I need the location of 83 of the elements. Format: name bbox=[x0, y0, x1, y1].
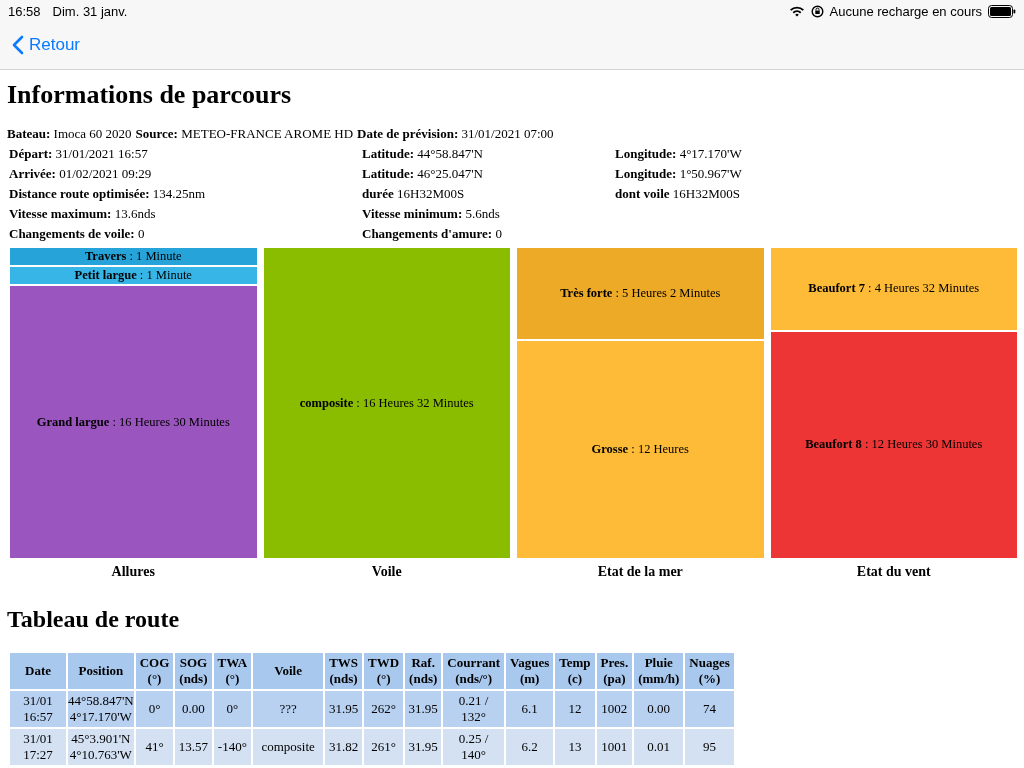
treemap-label: Très forte : 5 Heures 2 Minutes bbox=[560, 286, 721, 301]
column-header: COG (°) bbox=[135, 653, 174, 689]
info-item: Longitude: 4°17.170'W bbox=[615, 146, 743, 162]
column-header: TWD (°) bbox=[364, 653, 404, 689]
back-button[interactable]: Retour bbox=[10, 32, 83, 57]
table-cell: 261° bbox=[364, 729, 404, 765]
table-cell: 45°3.901'N 4°10.763'W bbox=[68, 729, 134, 765]
table-cell: 31/01 16:57 bbox=[10, 691, 66, 727]
info-item: Latitude: 44°58.847'N bbox=[362, 146, 484, 162]
table-cell: 1002 bbox=[596, 691, 633, 727]
treemap-caption: Etat de la mer bbox=[596, 564, 684, 580]
table-cell: 0.00 bbox=[175, 691, 212, 727]
column-header: Pluie (mm/h) bbox=[634, 653, 684, 689]
treemap-label: Petit largue : 1 Minute bbox=[74, 268, 192, 283]
table-cell: 0.00 bbox=[634, 691, 684, 727]
info-item: Latitude: 46°25.047'N bbox=[362, 166, 484, 182]
column-header: Courrant (nds/°) bbox=[443, 653, 504, 689]
table-cell: 31.82 bbox=[325, 729, 363, 765]
battery-icon bbox=[988, 4, 1016, 18]
table-cell: 95 bbox=[685, 729, 734, 765]
table-cell: 6.2 bbox=[506, 729, 554, 765]
wifi-icon bbox=[788, 5, 805, 17]
charging-status: Aucune recharge en cours bbox=[829, 3, 982, 19]
info-item: Arrivée: 01/02/2021 09:29 bbox=[9, 166, 153, 182]
info-item: Vitesse maximum: 13.6nds bbox=[9, 206, 157, 222]
info-item: Distance route optimisée: 134.25nm bbox=[9, 186, 207, 202]
info-item: Source: METEO-FRANCE AROME HD bbox=[135, 126, 354, 142]
table-cell: 0.21 / 132° bbox=[443, 691, 504, 727]
column-header: Vagues (m) bbox=[506, 653, 554, 689]
treemap-label: Grosse : 12 Heures bbox=[591, 442, 689, 457]
table-cell: 13 bbox=[555, 729, 595, 765]
info-item: Date de prévision: 31/01/2021 07:00 bbox=[357, 126, 554, 142]
table-cell: 1001 bbox=[596, 729, 633, 765]
column-header: Position bbox=[68, 653, 134, 689]
table-cell: 31.95 bbox=[405, 729, 442, 765]
table-cell: ??? bbox=[253, 691, 324, 727]
column-header: Voile bbox=[253, 653, 324, 689]
table-cell: 74 bbox=[685, 691, 734, 727]
table-cell: composite bbox=[253, 729, 324, 765]
column-header: SOG (nds) bbox=[175, 653, 212, 689]
table-cell: 31.95 bbox=[325, 691, 363, 727]
table-cell: -140° bbox=[213, 729, 252, 765]
chevron-left-icon bbox=[12, 34, 24, 55]
table-cell: 0.01 bbox=[634, 729, 684, 765]
table-cell: 0° bbox=[213, 691, 252, 727]
column-header: Raf. (nds) bbox=[405, 653, 442, 689]
status-date: Dim. 31 janv. bbox=[52, 3, 128, 19]
info-item: Changements d'amure: 0 bbox=[362, 226, 503, 242]
info-item: dont voile 16H32M00S bbox=[615, 186, 741, 202]
treemap-caption: Allures bbox=[110, 564, 156, 580]
orientation-lock-icon bbox=[810, 4, 824, 18]
table-cell: 44°58.847'N 4°17.170'W bbox=[68, 691, 134, 727]
treemap-label: Beaufort 8 : 12 Heures 30 Minutes bbox=[805, 437, 983, 453]
column-header: Temp (c) bbox=[555, 653, 595, 689]
column-header: Pres. (pa) bbox=[596, 653, 633, 689]
treemap-label: composite : 16 Heures 32 Minutes bbox=[299, 395, 474, 411]
column-header: TWA (°) bbox=[213, 653, 252, 689]
table-cell: 0° bbox=[135, 691, 174, 727]
table-cell: 0.25 / 140° bbox=[443, 729, 504, 765]
info-item: Longitude: 1°50.967'W bbox=[615, 166, 743, 182]
info-item: Bateau: Imoca 60 2020 bbox=[7, 126, 132, 142]
info-item: Changements de voile: 0 bbox=[9, 226, 146, 242]
info-item: Vitesse minimum: 5.6nds bbox=[362, 206, 501, 222]
table-cell: 31/01 17:27 bbox=[10, 729, 66, 765]
treemap-label: Grand largue : 16 Heures 30 Minutes bbox=[36, 414, 230, 430]
info-item: durée 16H32M00S bbox=[362, 186, 466, 202]
page-title: Informations de parcours bbox=[7, 80, 293, 110]
status-time: 16:58 bbox=[8, 3, 41, 19]
info-item: Départ: 31/01/2021 16:57 bbox=[9, 146, 149, 162]
column-header: Nuages (%) bbox=[685, 653, 734, 689]
table-cell: 41° bbox=[135, 729, 174, 765]
treemap-label: Beaufort 7 : 4 Heures 32 Minutes bbox=[808, 281, 980, 297]
treemap-caption: Voile bbox=[370, 564, 403, 580]
section-title: Tableau de route bbox=[7, 606, 181, 633]
table-cell: 6.1 bbox=[506, 691, 554, 727]
treemap-label: Travers : 1 Minute bbox=[84, 249, 182, 264]
table-cell: 262° bbox=[364, 691, 404, 727]
table-cell: 13.57 bbox=[175, 729, 212, 765]
treemap-caption: Etat du vent bbox=[855, 564, 932, 580]
column-header: Date bbox=[10, 653, 66, 689]
table-cell: 12 bbox=[555, 691, 595, 727]
table-cell: 31.95 bbox=[405, 691, 442, 727]
column-header: TWS (nds) bbox=[325, 653, 363, 689]
